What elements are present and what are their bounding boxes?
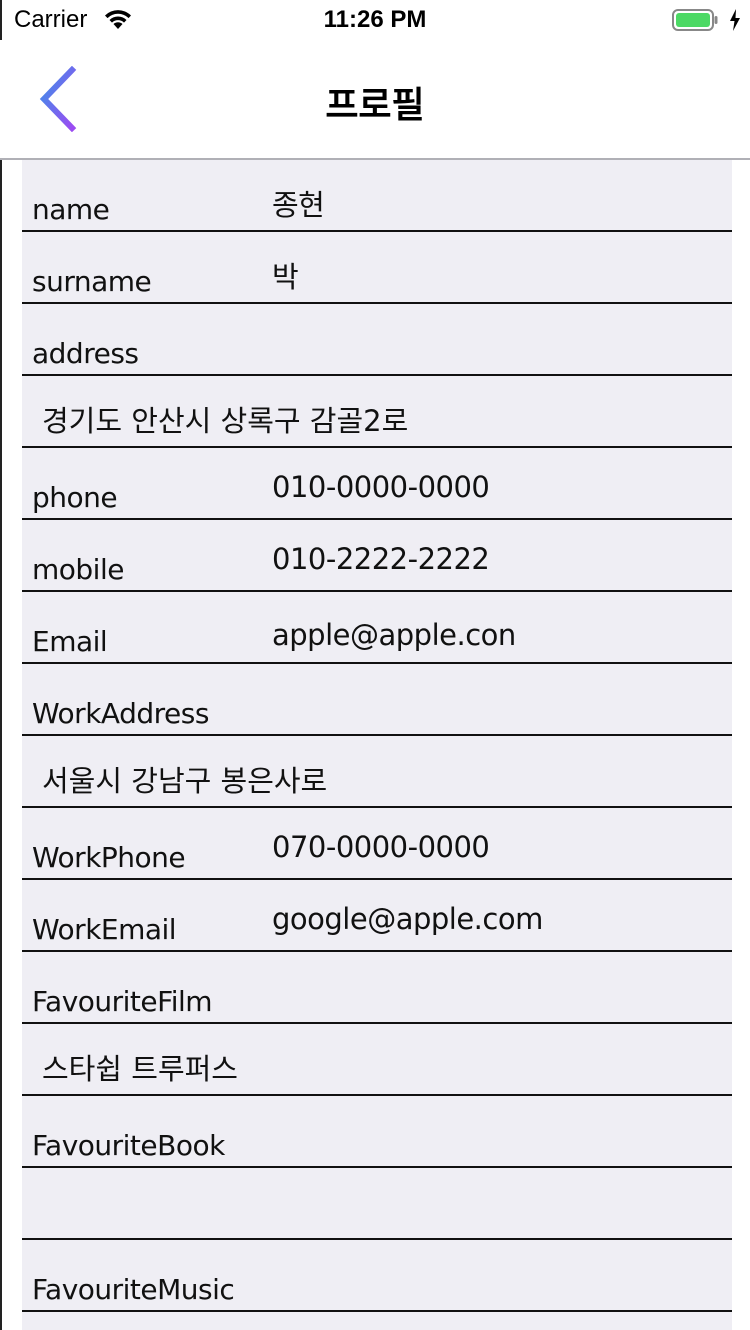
name-label: name	[32, 193, 110, 226]
status-bar: Carrier 11:26 PM	[0, 0, 750, 40]
work-email-field[interactable]: google@apple.com	[272, 902, 543, 936]
address-label: address	[32, 337, 139, 370]
surname-row: surname 박	[22, 232, 732, 304]
phone-label: phone	[32, 481, 118, 514]
name-row: name 종현	[22, 160, 732, 232]
address-row: address	[22, 304, 732, 376]
favourite-film-row: FavouriteFilm	[22, 952, 732, 1024]
charging-bolt-icon	[730, 9, 740, 31]
email-field[interactable]: apple@apple.con	[272, 618, 516, 652]
work-phone-label: WorkPhone	[32, 841, 186, 874]
mobile-field[interactable]: 010-2222-2222	[272, 542, 490, 576]
battery-icon	[672, 9, 718, 31]
page-title: 프로필	[325, 85, 425, 126]
mobile-label: mobile	[32, 553, 124, 586]
work-address-label: WorkAddress	[32, 697, 209, 730]
surname-field[interactable]: 박	[272, 254, 299, 296]
phone-row: phone 010-0000-0000	[22, 448, 732, 520]
favourite-book-label: FavouriteBook	[32, 1129, 225, 1162]
favourite-film-field[interactable]: 스타쉽 트루퍼스	[42, 1046, 238, 1088]
navigation-bar: 프로필	[0, 40, 750, 160]
work-address-field[interactable]: 서울시 강남구 봉은사로	[42, 758, 327, 800]
work-phone-field[interactable]: 070-0000-0000	[272, 830, 490, 864]
work-address-row: WorkAddress	[22, 664, 732, 736]
email-label: Email	[32, 625, 108, 658]
mobile-row: mobile 010-2222-2222	[22, 520, 732, 592]
name-field[interactable]: 종현	[272, 182, 325, 224]
surname-label: surname	[32, 265, 152, 298]
work-email-label: WorkEmail	[32, 913, 177, 946]
favourite-book-value-row	[22, 1168, 732, 1240]
work-address-value-row: 서울시 강남구 봉은사로	[22, 736, 732, 808]
favourite-film-label: FavouriteFilm	[32, 985, 213, 1018]
favourite-music-label: FavouriteMusic	[32, 1273, 235, 1306]
phone-field[interactable]: 010-0000-0000	[272, 470, 490, 504]
work-phone-row: WorkPhone 070-0000-0000	[22, 808, 732, 880]
window-edge	[0, 0, 2, 1330]
work-email-row: WorkEmail google@apple.com	[22, 880, 732, 952]
address-field[interactable]: 경기도 안산시 상록구 감골2로	[42, 398, 408, 440]
status-time: 11:26 PM	[323, 6, 427, 33]
profile-form: name 종현 surname 박 address 경기도 안산시 상록구 감골…	[22, 160, 732, 1330]
email-row: Email apple@apple.con	[22, 592, 732, 664]
favourite-music-row: FavouriteMusic	[22, 1240, 732, 1312]
favourite-book-row: FavouriteBook	[22, 1096, 732, 1168]
favourite-film-value-row: 스타쉽 트루퍼스	[22, 1024, 732, 1096]
address-value-row: 경기도 안산시 상록구 감골2로	[22, 376, 732, 448]
profile-screen: Carrier 11:26 PM 프로필 name 종현 surname 박 a…	[0, 0, 750, 1330]
